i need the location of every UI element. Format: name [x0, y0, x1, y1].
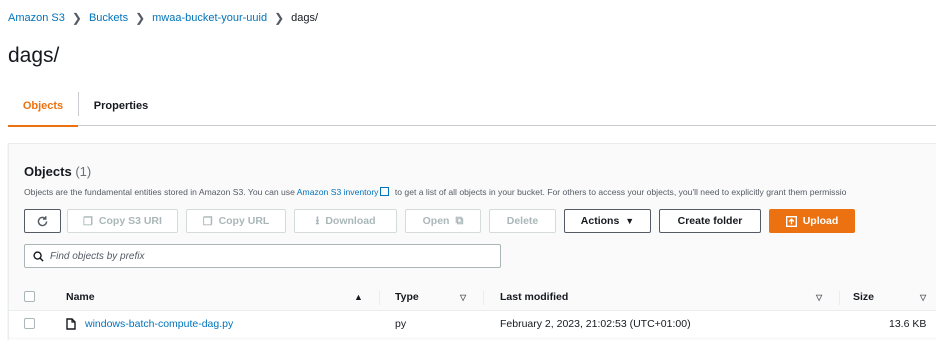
breadcrumb-separator-icon: ❯ [135, 11, 146, 25]
objects-count: (1) [75, 164, 92, 179]
download-button[interactable]: ⭳ Download [294, 209, 397, 233]
refresh-button[interactable] [24, 209, 61, 233]
description-suffix: to get a list of all objects in your buc… [392, 187, 847, 197]
actions-dropdown[interactable]: Actions ▼ [564, 209, 651, 233]
objects-description: Objects are the fundamental entities sto… [24, 187, 846, 197]
search-icon [33, 250, 44, 262]
column-name-label: Name [66, 291, 95, 303]
delete-label: Delete [506, 215, 539, 227]
name-cell: windows-batch-compute-dag.py [66, 311, 233, 337]
download-label: Download [325, 215, 376, 227]
column-divider [483, 291, 484, 305]
objects-title: Objects [24, 164, 72, 179]
size-cell: 13.6 KB [889, 318, 927, 330]
delete-button[interactable]: Delete [489, 209, 556, 233]
breadcrumb-bucket[interactable]: mwaa-bucket-your-uuid [152, 12, 267, 24]
object-name-link[interactable]: windows-batch-compute-dag.py [85, 318, 233, 330]
file-icon [66, 318, 76, 330]
open-button[interactable]: Open ⧉ [405, 209, 481, 233]
last-modified-cell: February 2, 2023, 21:02:53 (UTC+01:00) [500, 318, 691, 330]
breadcrumb-separator-icon: ❯ [71, 11, 82, 25]
column-last-modified-label: Last modified [500, 291, 569, 303]
column-size-label: Size [853, 291, 875, 303]
copy-url-button[interactable]: ❐ Copy URL [186, 209, 286, 233]
copy-s3-uri-label: Copy S3 URI [98, 215, 162, 227]
actions-label: Actions [580, 215, 620, 227]
select-all-checkbox[interactable] [24, 291, 35, 302]
breadcrumb-buckets[interactable]: Buckets [89, 12, 128, 24]
column-header-name[interactable]: Name [66, 283, 366, 311]
upload-label: Upload [802, 215, 839, 227]
tab-bar: Objects Properties [8, 86, 936, 127]
objects-heading: Objects (1) [24, 164, 91, 179]
s3-inventory-link[interactable]: Amazon S3 inventory [297, 187, 379, 197]
column-divider [379, 291, 380, 305]
create-folder-label: Create folder [677, 215, 743, 227]
copy-url-label: Copy URL [218, 215, 270, 227]
table-row[interactable]: windows-batch-compute-dag.py py February… [9, 311, 936, 337]
search-input[interactable] [50, 250, 490, 262]
column-header-size[interactable]: Size [853, 283, 874, 311]
open-label: Open [422, 215, 450, 227]
caret-down-icon: ▼ [625, 216, 635, 226]
column-divider [839, 291, 840, 305]
copy-icon: ❐ [202, 215, 213, 228]
upload-icon [785, 215, 797, 227]
search-box [24, 244, 501, 268]
sort-icon[interactable]: ▽ [460, 283, 466, 311]
row-checkbox[interactable] [24, 318, 35, 329]
column-type-label: Type [395, 291, 419, 303]
copy-icon: ❐ [83, 215, 93, 228]
create-folder-button[interactable]: Create folder [659, 209, 761, 233]
breadcrumb-amazon-s3[interactable]: Amazon S3 [8, 12, 65, 24]
sort-ascending-icon[interactable]: ▲ [354, 283, 363, 311]
breadcrumb-current: dags/ [291, 12, 319, 24]
upload-button[interactable]: Upload [769, 209, 855, 233]
external-link-icon: ⧉ [455, 214, 464, 227]
sort-icon[interactable]: ▽ [816, 283, 822, 311]
breadcrumb-separator-icon: ❯ [274, 11, 285, 25]
description-prefix: Objects are the fundamental entities sto… [24, 187, 297, 197]
sort-icon[interactable]: ▽ [920, 283, 926, 311]
column-header-last-modified[interactable]: Last modified [500, 283, 568, 311]
type-cell: py [395, 318, 407, 330]
tab-properties[interactable]: Properties [78, 86, 164, 126]
external-link-icon [380, 187, 390, 196]
tab-objects[interactable]: Objects [8, 86, 78, 127]
page-title: dags/ [8, 44, 60, 67]
objects-panel: Objects (1) Objects are the fundamental … [8, 143, 936, 340]
download-icon: ⭳ [315, 214, 320, 227]
refresh-icon [37, 215, 48, 226]
copy-s3-uri-button[interactable]: ❐ Copy S3 URI [67, 209, 178, 233]
breadcrumb: Amazon S3 ❯ Buckets ❯ mwaa-bucket-your-u… [8, 9, 318, 27]
column-header-type[interactable]: Type [395, 283, 419, 311]
